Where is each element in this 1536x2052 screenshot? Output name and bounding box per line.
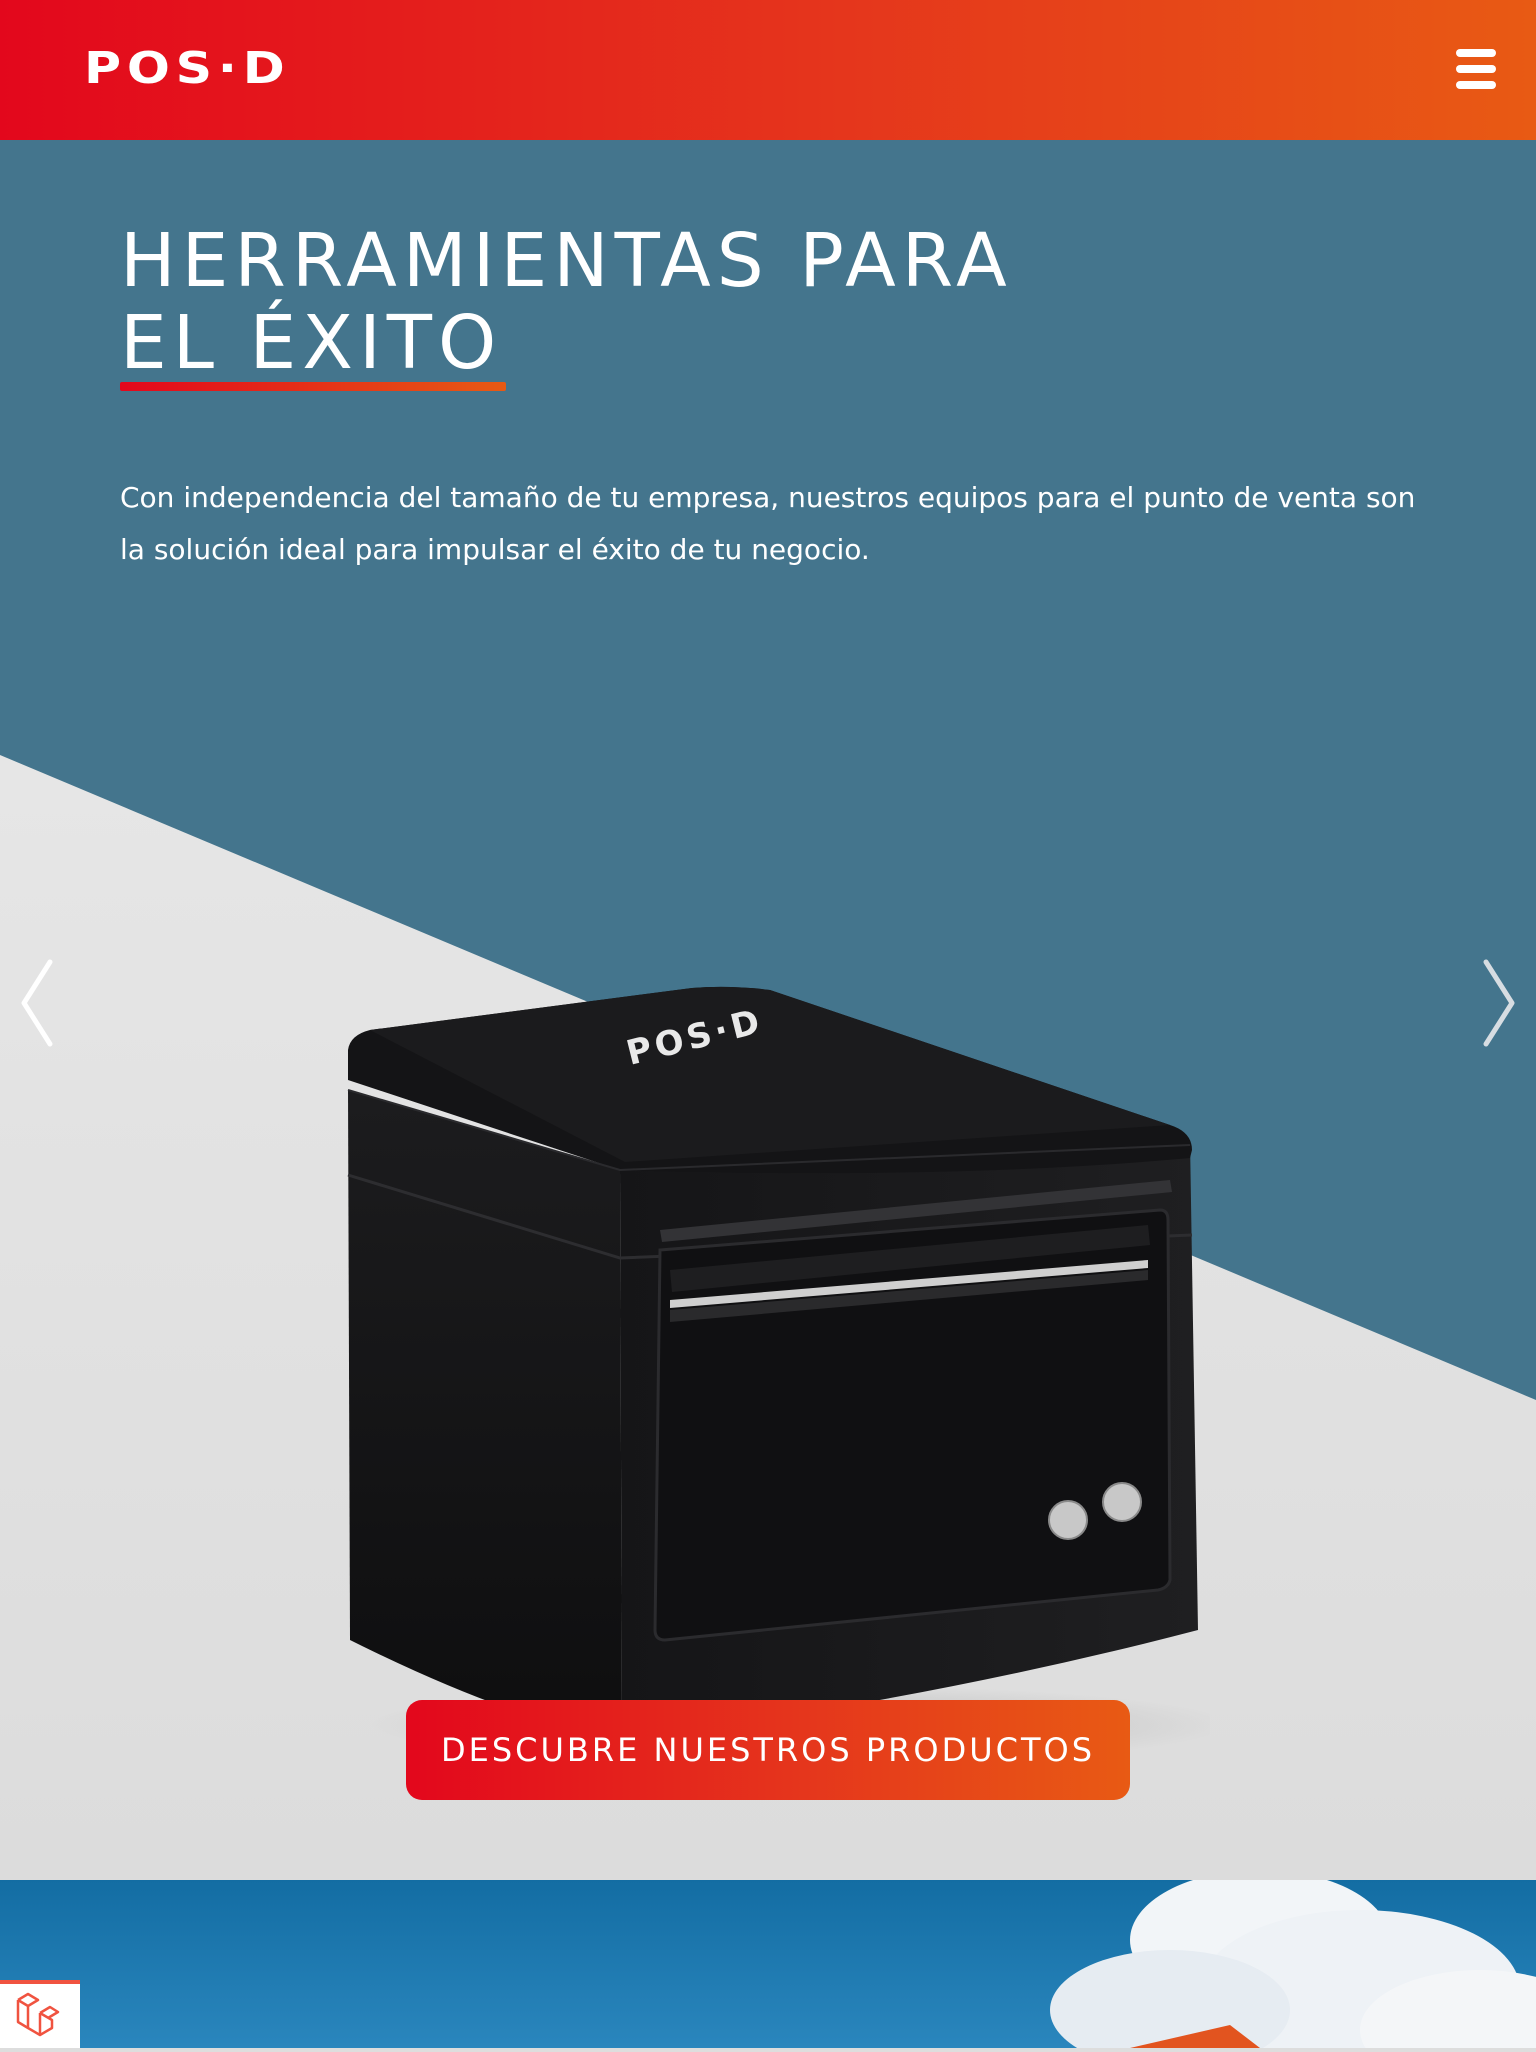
menu-bar — [1456, 65, 1496, 73]
site-header: POS·D — [0, 0, 1536, 140]
hero-slider: HERRAMIENTAS PARA EL ÉXITO Con independe… — [0, 140, 1536, 1880]
menu-bar — [1456, 81, 1496, 89]
hamburger-menu-icon[interactable] — [1456, 46, 1498, 92]
laravel-badge[interactable] — [0, 1980, 80, 2048]
hero-title: HERRAMIENTAS PARA EL ÉXITO — [120, 220, 1013, 384]
power-button-icon — [1048, 1500, 1088, 1540]
discover-products-button[interactable]: DESCUBRE NUESTROS PRODUCTOS — [406, 1700, 1130, 1800]
feed-button-icon — [1102, 1482, 1142, 1522]
hero-title-line2: EL ÉXITO — [120, 300, 503, 386]
product-printer-image: POS·D — [347, 986, 1210, 1760]
hero-description: Con independencia del tamaño de tu empre… — [120, 481, 1416, 566]
logo[interactable]: POS·D — [84, 46, 291, 92]
laravel-icon — [16, 1992, 60, 2037]
title-underline — [120, 382, 506, 391]
hero-title-line1: HERRAMIENTAS PARA — [120, 218, 1013, 304]
chevron-right-icon[interactable] — [1474, 958, 1520, 1048]
menu-bar — [1456, 49, 1496, 57]
chevron-left-icon[interactable] — [16, 958, 62, 1048]
clouds-image — [1050, 1880, 1536, 2048]
next-section-sky — [0, 1880, 1536, 2048]
